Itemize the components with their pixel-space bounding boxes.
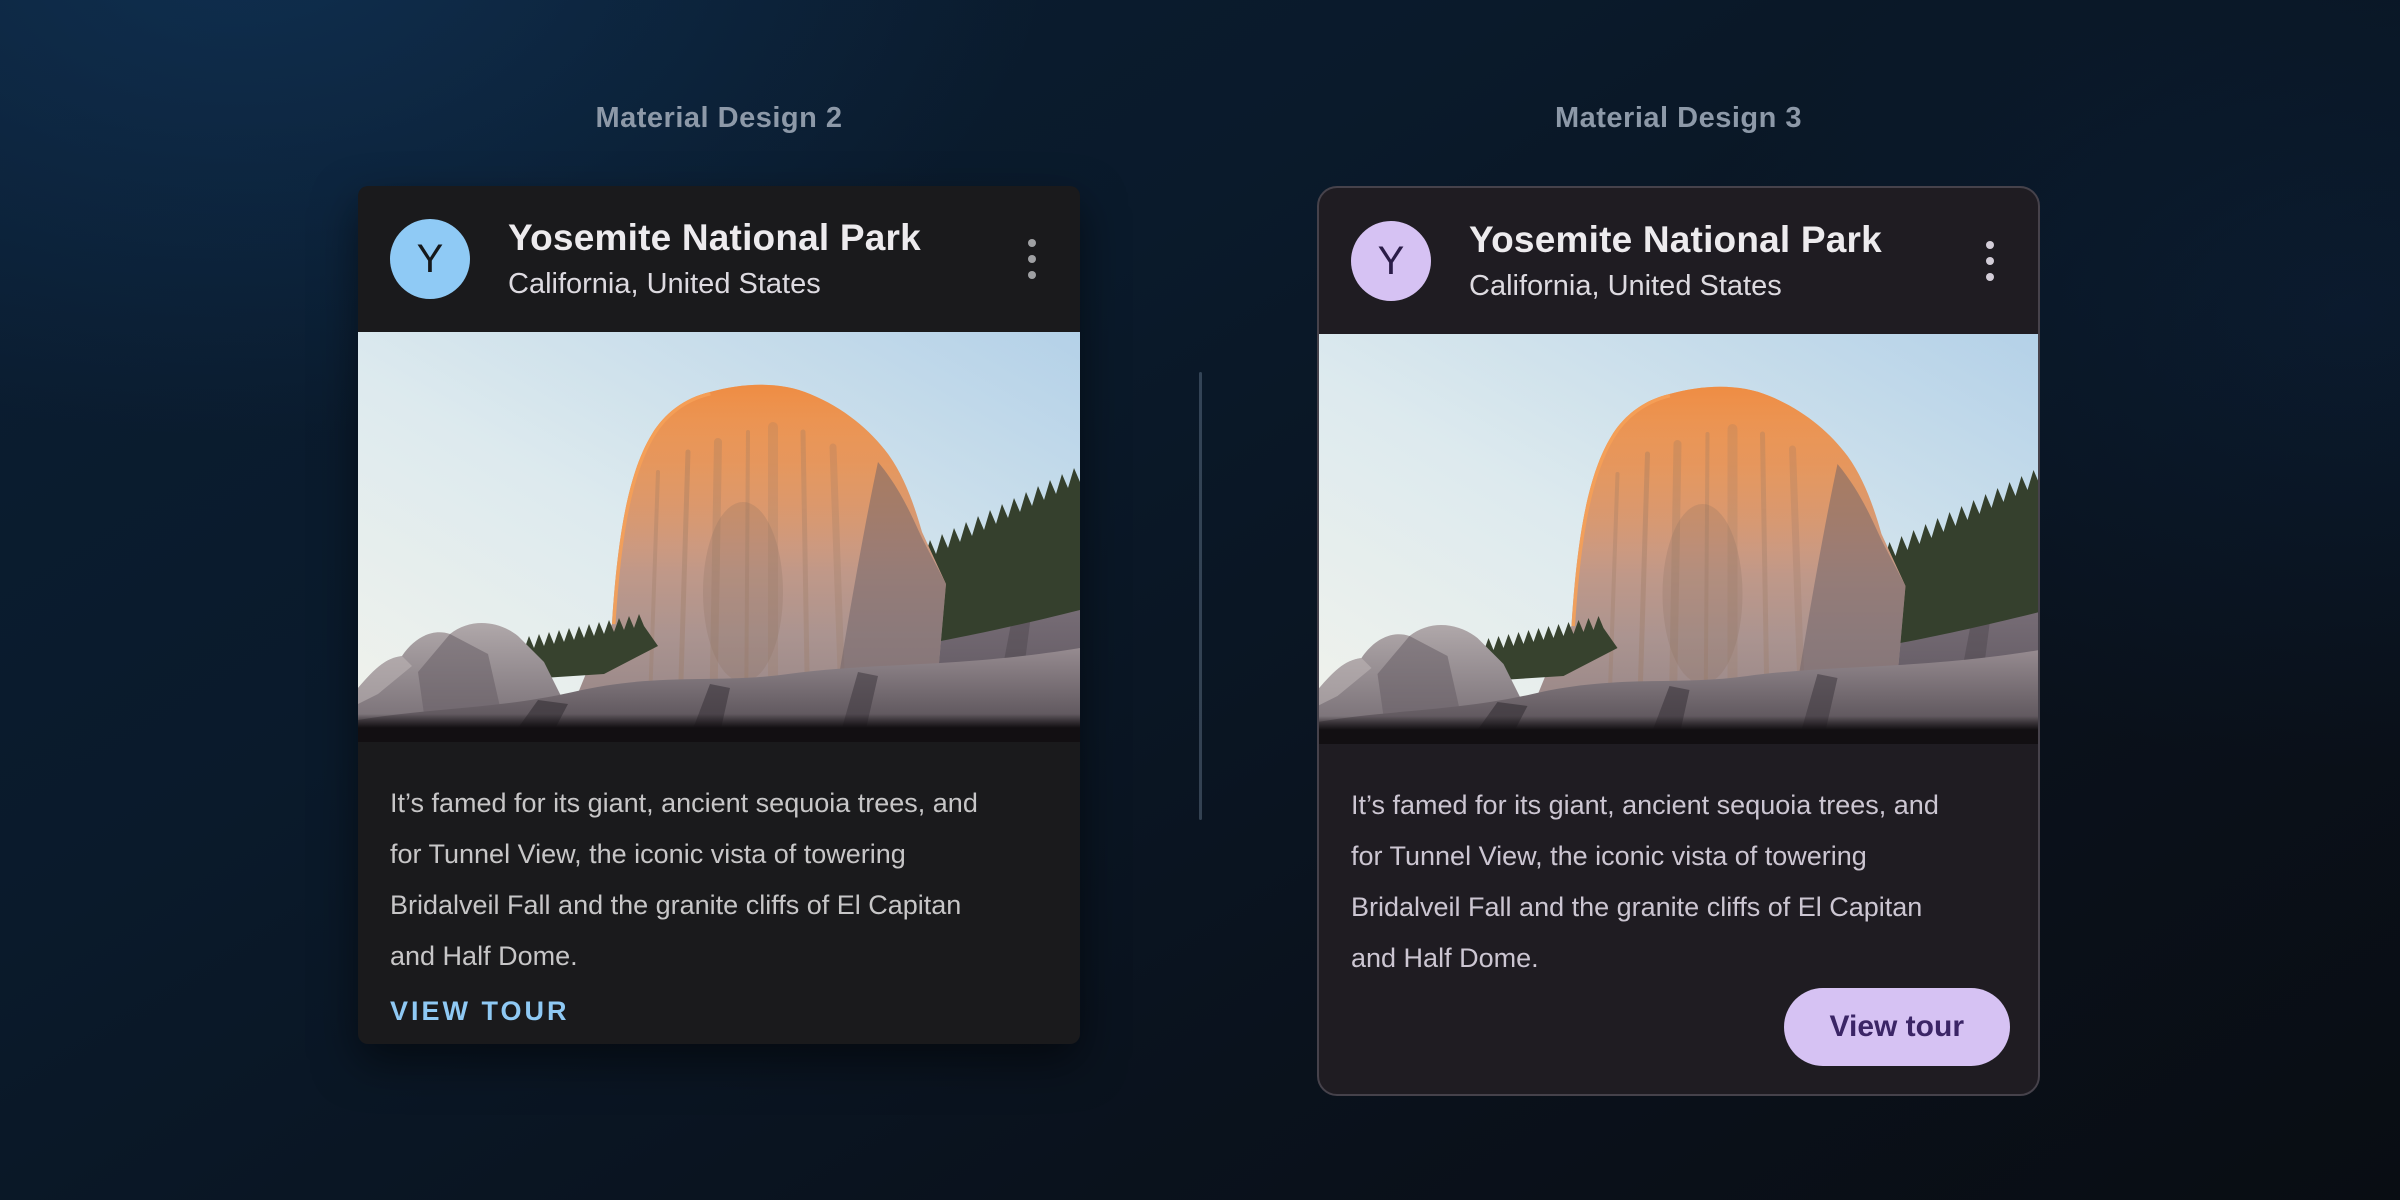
card-actions: VIEW TOUR — [358, 988, 1080, 1044]
card-subtitle: California, United States — [1469, 270, 1980, 303]
more-options-icon[interactable] — [1980, 233, 2000, 289]
kebab-dot — [1986, 257, 1994, 265]
kebab-dot — [1028, 271, 1036, 279]
body-line: Bridalveil Fall and the granite cliffs o… — [1351, 882, 2006, 933]
card-subtitle: California, United States — [508, 268, 1022, 301]
card-body-text: It’s famed for its giant, ancient sequoi… — [358, 742, 1080, 982]
card-md3-header: Y Yosemite National Park California, Uni… — [1319, 188, 2038, 334]
card-body-text: It’s famed for its giant, ancient sequoi… — [1319, 744, 2038, 984]
body-line: It’s famed for its giant, ancient sequoi… — [390, 778, 1048, 829]
body-line: for Tunnel View, the iconic vista of tow… — [1351, 831, 2006, 882]
more-options-icon[interactable] — [1022, 231, 1042, 287]
card-md2-header: Y Yosemite National Park California, Uni… — [358, 186, 1080, 332]
view-tour-button[interactable]: View tour — [1784, 988, 2010, 1066]
avatar: Y — [390, 219, 470, 299]
avatar: Y — [1351, 221, 1431, 301]
card-header-text: Yosemite National Park California, Unite… — [1469, 219, 1980, 303]
body-line: for Tunnel View, the iconic vista of tow… — [390, 829, 1048, 880]
vertical-divider — [1199, 372, 1202, 820]
body-line: and Half Dome. — [1351, 933, 2006, 984]
body-line: It’s famed for its giant, ancient sequoi… — [1351, 780, 2006, 831]
card-md2: Y Yosemite National Park California, Uni… — [358, 186, 1080, 1044]
half-dome-photo — [358, 332, 1080, 742]
card-title: Yosemite National Park — [508, 217, 1022, 259]
half-dome-photo — [1319, 334, 2038, 744]
kebab-dot — [1986, 241, 1994, 249]
kebab-dot — [1986, 273, 1994, 281]
body-line: Bridalveil Fall and the granite cliffs o… — [390, 880, 1048, 931]
card-actions: View tour — [1319, 984, 2038, 1094]
canvas: Material Design 2 Material Design 3 Y Yo… — [0, 0, 2400, 1200]
label-material-design-3: Material Design 3 — [1317, 102, 2040, 135]
view-tour-button[interactable]: VIEW TOUR — [388, 988, 572, 1035]
card-title: Yosemite National Park — [1469, 219, 1980, 261]
label-material-design-2: Material Design 2 — [358, 102, 1080, 135]
kebab-dot — [1028, 255, 1036, 263]
card-header-text: Yosemite National Park California, Unite… — [508, 217, 1022, 301]
kebab-dot — [1028, 239, 1036, 247]
card-md3: Y Yosemite National Park California, Uni… — [1317, 186, 2040, 1096]
body-line: and Half Dome. — [390, 931, 1048, 982]
